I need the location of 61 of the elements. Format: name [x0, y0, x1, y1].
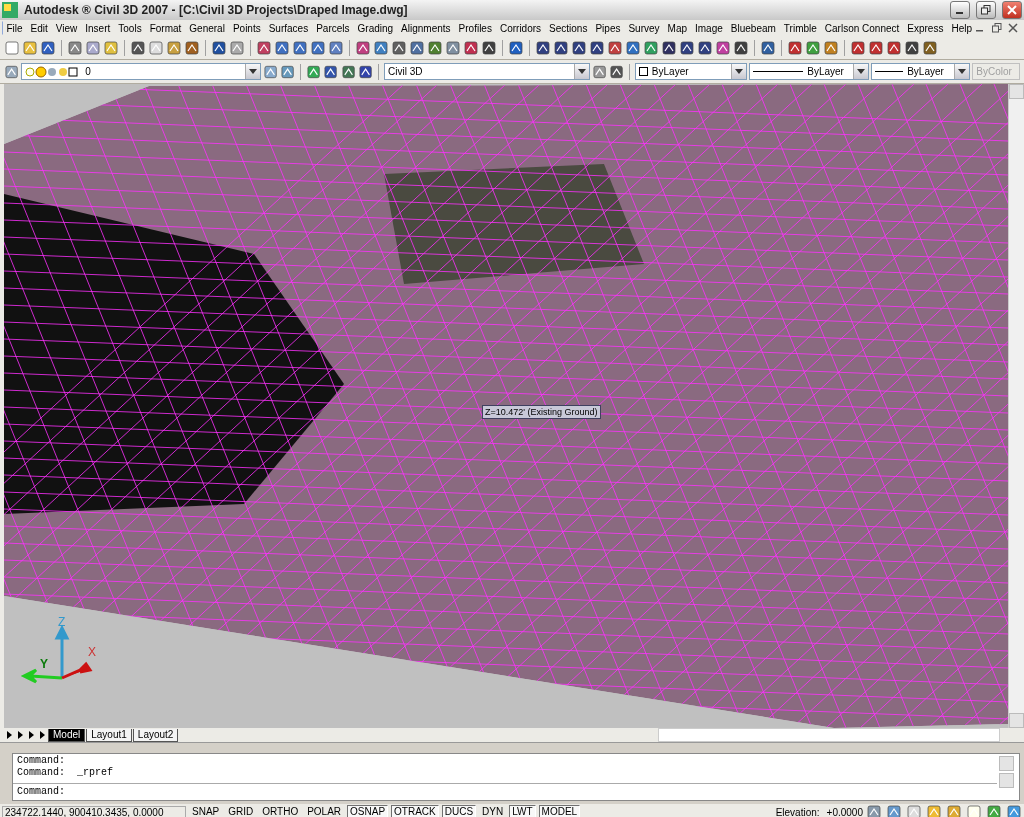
menu-item[interactable]: Profiles: [454, 22, 496, 34]
layout-tab[interactable]: Layout1: [86, 728, 132, 742]
menu-item[interactable]: Carlson Connect: [820, 22, 904, 34]
layout-tab[interactable]: Model: [48, 728, 86, 742]
menu-item[interactable]: Trimble: [779, 22, 821, 34]
menu-item[interactable]: Sections: [545, 22, 592, 34]
elevation-tooltip: Z=10.472' (Existing Ground): [482, 405, 601, 419]
color-dropdown[interactable]: ByLayer: [634, 63, 748, 80]
status-toggle-button[interactable]: ORTHO: [259, 805, 302, 817]
status-toggle-button[interactable]: DUCS: [441, 805, 477, 817]
menu-item[interactable]: Alignments: [397, 22, 455, 34]
elevation-value: +0.0000: [826, 806, 863, 817]
status-toggle-button[interactable]: OSNAP: [347, 805, 389, 817]
status-toggle-button[interactable]: POLAR: [304, 805, 345, 817]
command-history-line: Command: _rpref: [17, 767, 114, 779]
menu-item[interactable]: Edit: [26, 22, 52, 34]
status-toggle-button[interactable]: OTRACK: [391, 805, 439, 817]
command-prompt[interactable]: Command:: [13, 784, 997, 800]
close-icon: [1007, 5, 1017, 15]
menu-item[interactable]: General: [185, 22, 229, 34]
menu-item[interactable]: Insert: [81, 22, 115, 34]
horizontal-scrollbar[interactable]: [658, 728, 1000, 742]
menu-item[interactable]: Bluebeam: [726, 22, 780, 34]
menu-item[interactable]: Parcels: [312, 22, 354, 34]
close-button[interactable]: [1002, 1, 1022, 19]
lineweight-dropdown[interactable]: ByLayer: [871, 63, 971, 80]
menu-item[interactable]: Grading: [353, 22, 398, 34]
menu-item[interactable]: File: [2, 22, 27, 34]
minimize-button[interactable]: [950, 1, 970, 19]
restore-icon: [981, 5, 991, 15]
layout-tab[interactable]: Layout2: [132, 728, 179, 742]
linetype-dropdown[interactable]: ByLayer: [749, 63, 870, 80]
app-logo-icon: [2, 2, 18, 18]
menu-item[interactable]: Help: [947, 22, 976, 34]
coordinates-readout: 234722.1440, 900410.3435, 0.0000: [2, 805, 186, 817]
menu-item[interactable]: Surfaces: [264, 22, 313, 34]
status-toggle-button[interactable]: LWT: [509, 805, 536, 817]
menu-item[interactable]: Map: [663, 22, 691, 34]
menu-item[interactable]: Format: [145, 22, 186, 34]
restore-button[interactable]: [992, 23, 1002, 33]
menu-item[interactable]: Image: [691, 22, 727, 34]
menu-item[interactable]: Tools: [114, 22, 146, 34]
menu-item[interactable]: Express: [903, 22, 948, 34]
vertical-scrollbar[interactable]: [1008, 84, 1024, 728]
window-title: Autodesk ® Civil 3D 2007 - [C:\Civil 3D Projects\Draped Image.dwg]: [24, 3, 409, 17]
status-toggle-button[interactable]: MODEL: [538, 805, 581, 817]
command-history-line: Command:: [17, 755, 66, 767]
menu-item[interactable]: Corridors: [495, 22, 546, 34]
menu-item[interactable]: Points: [228, 22, 265, 34]
restore-button[interactable]: [976, 1, 996, 19]
menu-item[interactable]: View: [51, 22, 82, 34]
elevation-label: Elevation:: [775, 806, 820, 817]
color-swatch-icon: [638, 67, 648, 76]
close-button[interactable]: [1008, 23, 1018, 33]
menu-item[interactable]: Pipes: [591, 22, 625, 34]
layer-dropdown[interactable]: 0: [21, 63, 261, 80]
status-toggle-button[interactable]: SNAP: [189, 805, 223, 817]
menu-item[interactable]: Survey: [624, 22, 664, 34]
status-toggle-button[interactable]: GRID: [225, 805, 257, 817]
text-style-dropdown[interactable]: Civil 3D: [384, 63, 590, 80]
status-toggle-button[interactable]: DYN: [479, 805, 507, 817]
